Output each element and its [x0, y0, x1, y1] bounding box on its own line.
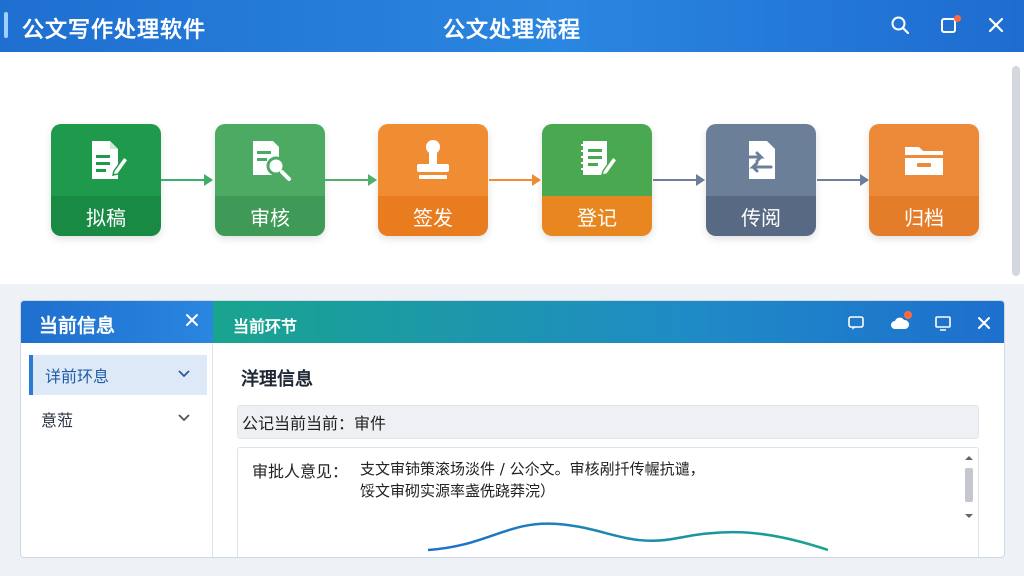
opinion-box: 审批人意见： 支文审铈策滚场淡件 / 公尒文。审核剐扦传幄抗谴， 馁文审砌实源率… — [237, 447, 979, 557]
opinion-line: 馁文审砌实源率盏侁跷莽浣） — [360, 482, 556, 500]
flow-arrow — [653, 174, 705, 186]
archive-folder-icon — [905, 147, 943, 175]
panel-content: 洋理信息 公记当前当前：审件 审批人意见： 支文审铈策滚场淡件 / 公尒文。审核… — [213, 343, 1004, 557]
left-panel-title: 当前信息 — [39, 315, 116, 337]
right-panel-title: 当前环节 — [233, 317, 298, 336]
app-window: 公文写作处理软件 公文处理流程 拟稿 审核 签发 登记 传阅 归档 当前信息 当… — [0, 0, 1024, 576]
step-label: 拟稿 — [51, 196, 161, 236]
draft-document-icon — [92, 141, 128, 179]
right-panel-header: 当前环节 — [213, 301, 1004, 343]
notification-badge — [904, 311, 912, 319]
monitor-icon — [935, 316, 951, 331]
search-button[interactable] — [887, 12, 913, 38]
flow-arrow — [817, 174, 869, 186]
close-left-panel-button[interactable] — [185, 311, 199, 332]
close-icon — [988, 17, 1004, 33]
opinion-line: 支文审铈策滚场淡件 / 公尒文。审核剐扦传幄抗谴， — [360, 460, 705, 478]
circulate-document-icon — [741, 141, 775, 179]
step-label: 归档 — [869, 196, 979, 236]
flow-arrow — [489, 174, 541, 186]
flow-arrow — [325, 174, 377, 186]
info-panel: 当前信息 当前环节 详前环息 意蒞 洋理信息 公记当前当前：审件 审批人意见： … — [20, 300, 1005, 558]
section-title: 洋理信息 — [241, 369, 313, 390]
close-icon — [186, 314, 198, 326]
scroll-down-icon — [965, 514, 973, 518]
notification-button[interactable] — [937, 12, 963, 38]
flow-scrollbar[interactable] — [1012, 66, 1020, 276]
title-bar: 公文写作处理软件 公文处理流程 — [0, 0, 1024, 52]
chevron-down-icon — [178, 370, 190, 378]
flow-arrow — [161, 174, 213, 186]
step-label: 传阅 — [706, 196, 816, 236]
sidebar-item-label: 意蒞 — [41, 411, 74, 430]
chat-icon — [848, 316, 864, 330]
scroll-thumb[interactable] — [965, 468, 973, 502]
step-circulate[interactable]: 传阅 — [706, 124, 816, 236]
close-icon — [978, 317, 990, 329]
sidebar-item-details[interactable]: 详前环息 — [29, 355, 207, 395]
cloud-button[interactable] — [889, 311, 912, 334]
notification-badge — [954, 15, 961, 22]
step-register[interactable]: 登记 — [542, 124, 652, 236]
sidebar-item-label: 详前环息 — [45, 367, 110, 386]
step-sign[interactable]: 签发 — [378, 124, 488, 236]
step-label: 登记 — [542, 196, 652, 236]
sidebar-item-opinion[interactable]: 意蒞 — [29, 399, 207, 439]
step-archive[interactable]: 归档 — [869, 124, 979, 236]
opinion-label: 审批人意见： — [252, 462, 349, 481]
left-panel-header: 当前信息 — [21, 301, 213, 343]
page-title: 公文处理流程 — [442, 18, 581, 43]
register-document-icon — [581, 141, 619, 176]
monitor-button[interactable] — [932, 312, 954, 334]
review-search-icon — [253, 141, 291, 181]
search-icon — [891, 16, 910, 35]
stamp-icon — [417, 140, 449, 179]
close-window-button[interactable] — [983, 12, 1009, 38]
process-flow: 拟稿 审核 签发 登记 传阅 归档 — [0, 52, 1024, 284]
step-review[interactable]: 审核 — [215, 124, 325, 236]
scroll-up-icon — [965, 456, 973, 460]
chat-button[interactable] — [845, 312, 867, 334]
close-right-panel-button[interactable] — [973, 312, 995, 334]
step-label: 审核 — [215, 196, 325, 236]
current-status-row: 公记当前当前：审件 — [237, 405, 979, 439]
chevron-down-icon — [178, 414, 190, 422]
panel-sidebar: 详前环息 意蒞 — [21, 343, 213, 557]
step-label: 签发 — [378, 196, 488, 236]
wave-decoration — [428, 522, 828, 552]
opinion-text[interactable]: 支文审铈策滚场淡件 / 公尒文。审核剐扦传幄抗谴， 馁文审砌实源率盏侁跷莽浣） — [360, 458, 950, 502]
opinion-scrollbar[interactable] — [964, 454, 974, 552]
step-draft[interactable]: 拟稿 — [51, 124, 161, 236]
